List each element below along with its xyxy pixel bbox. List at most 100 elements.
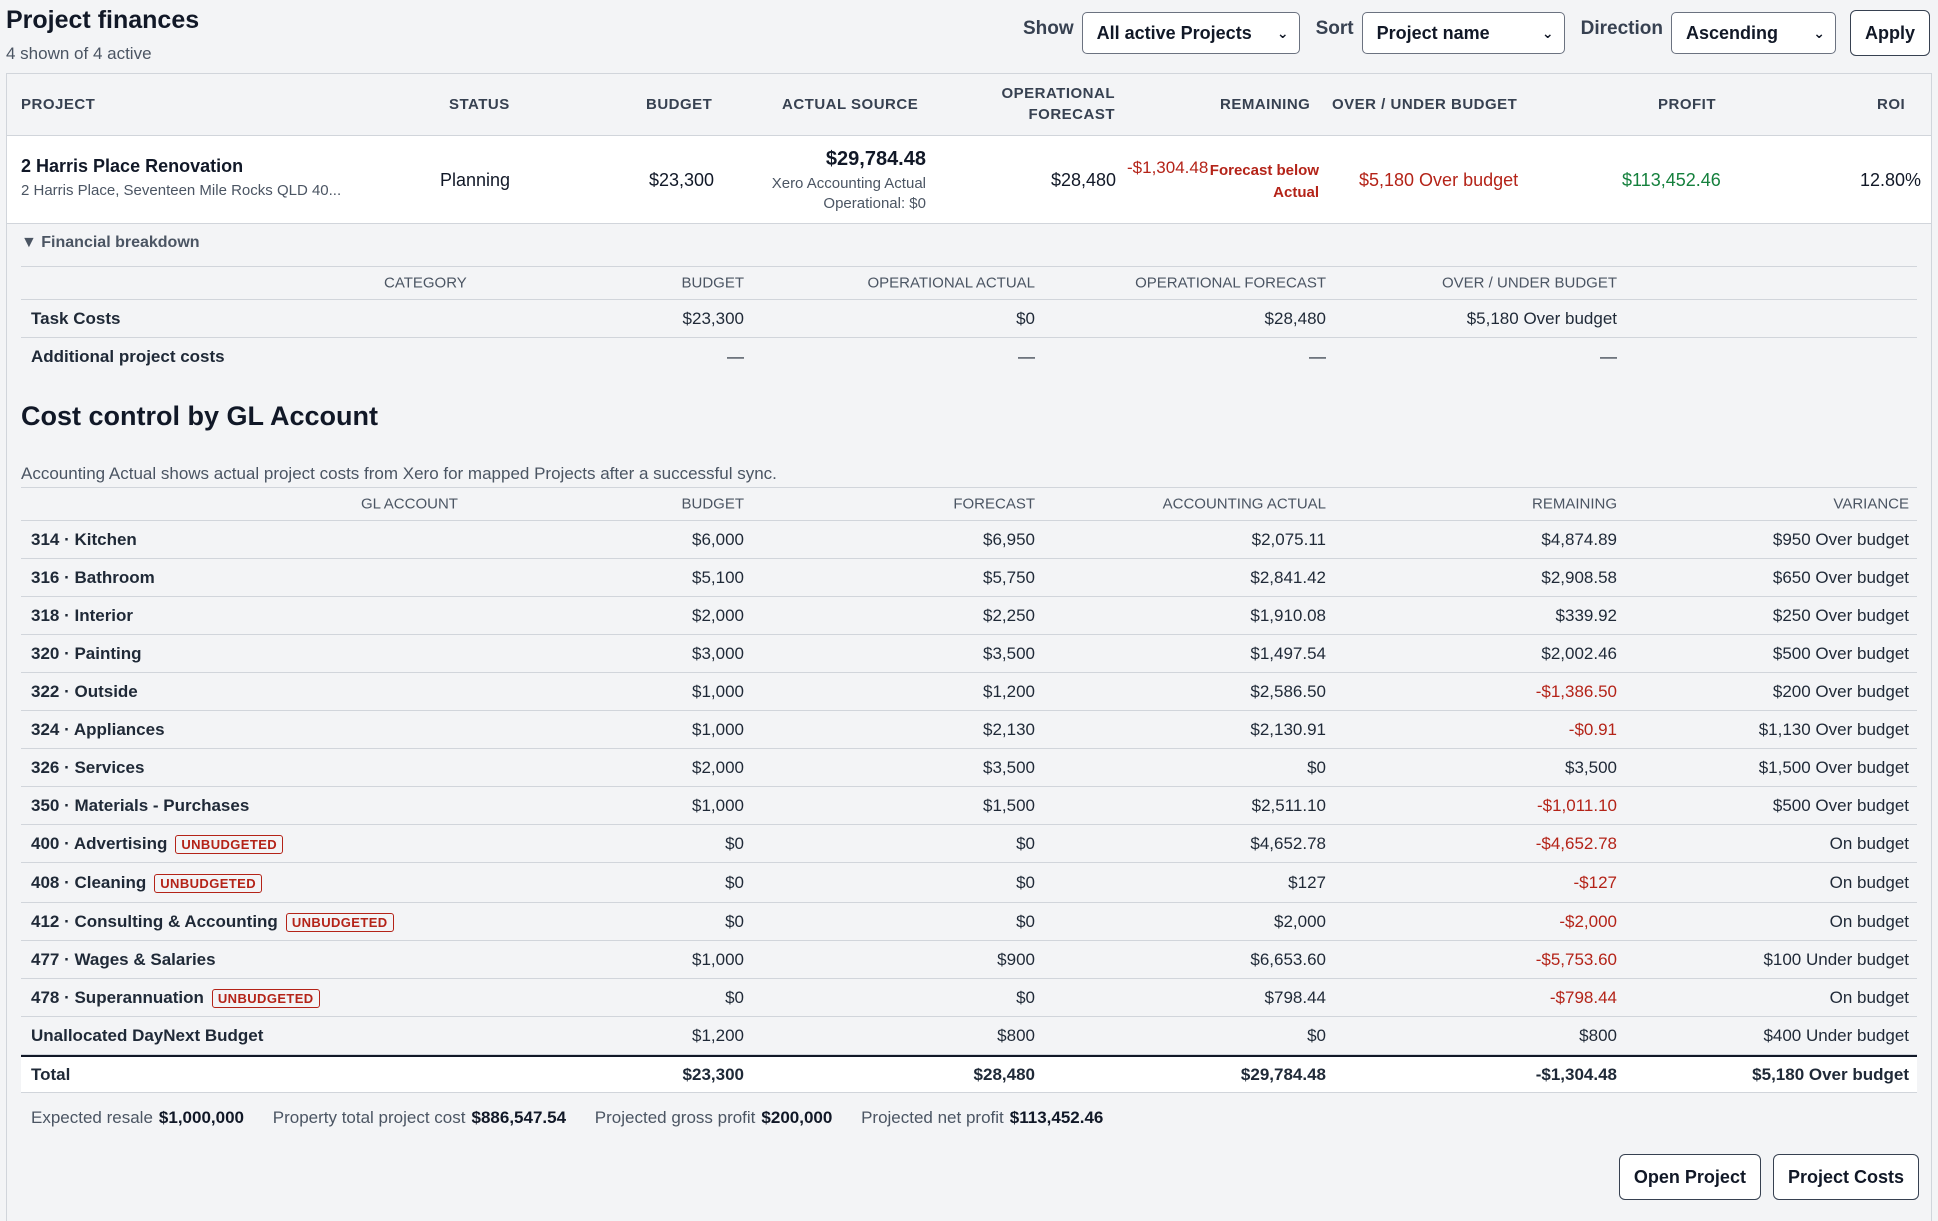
breakdown-table: CATEGORY BUDGET OPERATIONAL ACTUAL OPERA…	[21, 266, 1917, 376]
sort-select[interactable]: Project name ⌄	[1361, 12, 1565, 54]
gl-variance: On budget	[1829, 987, 1909, 1007]
gross-profit-label: Projected gross profit	[594, 1108, 756, 1127]
breakdown-col-actual: OPERATIONAL ACTUAL	[867, 274, 1035, 292]
col-profit: PROFIT	[1658, 96, 1716, 113]
gl-account-label: 322 · Outside	[31, 681, 138, 701]
gl-account: 477 · Wages & Salaries	[31, 950, 216, 970]
page-title: Project finances	[6, 6, 200, 34]
gl-forecast: $900	[997, 949, 1035, 969]
financial-breakdown-toggle[interactable]: ▼ Financial breakdown	[21, 234, 200, 252]
gl-forecast: $1,500	[983, 795, 1035, 815]
gl-account-label: 400 · Advertising	[31, 833, 168, 853]
direction-select[interactable]: Ascending ⌄	[1670, 12, 1836, 54]
project-name[interactable]: 2 Harris Place Renovation	[21, 156, 341, 177]
gl-remaining: -$1,386.50	[1535, 681, 1617, 701]
gl-row: 412 · Consulting & Accounting UNBUDGETED $…	[21, 903, 1917, 941]
project-status: Planning	[440, 170, 511, 190]
gl-forecast: $0	[1016, 872, 1035, 892]
breakdown-forecast: $28,480	[1264, 308, 1326, 328]
col-actual-source: ACTUAL SOURCE	[782, 96, 919, 113]
gl-remaining: $339.92	[1555, 605, 1617, 625]
project-profit: $113,452.46	[1622, 170, 1721, 190]
gl-actual: $798.44	[1264, 987, 1326, 1007]
project-card: PROJECT STATUS BUDGET ACTUAL SOURCE OPER…	[6, 73, 1932, 1221]
gl-forecast: $2,250	[983, 605, 1035, 625]
gl-actual: $1,497.54	[1250, 643, 1326, 663]
chevron-down-icon: ⌄	[1813, 24, 1825, 41]
project-costs-button[interactable]: Project Costs	[1772, 1154, 1919, 1200]
gl-row: 350 · Materials - Purchases $1,000 $1,500 $…	[21, 787, 1917, 825]
gl-variance: $500 Over budget	[1772, 795, 1909, 815]
gl-account-label: 477 · Wages & Salaries	[31, 949, 216, 969]
gl-remaining: -$798.44	[1549, 987, 1617, 1007]
gl-account-label: 408 · Cleaning	[31, 872, 147, 892]
gl-account: 412 · Consulting & Accounting UNBUDGETED	[31, 911, 394, 932]
col-budget: BUDGET	[646, 96, 713, 113]
total-cost-value: $886,547.54	[471, 1108, 567, 1127]
gl-variance: $1,500 Over budget	[1758, 757, 1909, 777]
gl-account-label: 412 · Consulting & Accounting	[31, 911, 278, 931]
summary-stats: Expected resale $1,000,000 Property total…	[31, 1108, 1127, 1128]
gl-variance: On budget	[1829, 872, 1909, 892]
gl-variance: $100 Under budget	[1763, 949, 1909, 969]
project-row[interactable]: 2 Harris Place Renovation 2 Harris Place…	[7, 136, 1931, 224]
gl-budget: $2,000	[692, 757, 744, 777]
gl-row: 316 · Bathroom $5,100 $5,750 $2,841.42 $2,90…	[21, 559, 1917, 597]
gl-account: 350 · Materials - Purchases	[31, 796, 249, 816]
gl-actual: $2,075.11	[1251, 529, 1326, 549]
gl-remaining: -$4,652.78	[1535, 833, 1617, 853]
gl-forecast: $1,200	[983, 681, 1035, 701]
breakdown-actual: —	[1018, 347, 1035, 366]
gl-row: 324 · Appliances $1,000 $2,130 $2,130.91 -$0…	[21, 711, 1917, 749]
gl-remaining: $2,002.46	[1541, 643, 1617, 663]
project-address: 2 Harris Place, Seventeen Mile Rocks QLD…	[21, 182, 342, 199]
project-budget: $23,300	[649, 170, 715, 190]
gl-budget: $1,000	[692, 719, 744, 739]
apply-button[interactable]: Apply	[1849, 10, 1930, 56]
gl-variance: $250 Over budget	[1772, 605, 1909, 625]
col-roi: ROI	[1877, 96, 1906, 113]
gl-forecast: $5,750	[983, 567, 1035, 587]
gl-variance: $650 Over budget	[1772, 567, 1909, 587]
col-operational-forecast-line1: OPERATIONAL	[1001, 85, 1115, 102]
gl-account: 400 · Advertising UNBUDGETED	[31, 833, 284, 854]
project-remaining-note: Forecast below Actual	[1210, 160, 1319, 204]
gl-variance: $950 Over budget	[1772, 529, 1909, 549]
project-remaining-value: -$1,304.48	[1127, 158, 1209, 177]
open-project-button[interactable]: Open Project	[1618, 1154, 1761, 1200]
gl-row: 322 · Outside $1,000 $1,200 $2,586.50 -$1,38…	[21, 673, 1917, 711]
breakdown-actual: $0	[1016, 308, 1035, 328]
gl-forecast: $3,500	[983, 643, 1035, 663]
gl-account: Total	[31, 1065, 70, 1085]
gl-variance: $1,130 Over budget	[1758, 719, 1909, 739]
gl-forecast: $0	[1016, 911, 1035, 931]
project-actual-source: Xero Accounting Actual	[771, 175, 926, 192]
breakdown-budget: $23,300	[682, 308, 744, 328]
gl-row: Unallocated DayNext Budget $1,200 $800 $0 $8…	[21, 1017, 1917, 1055]
direction-select-value: Ascending	[1685, 22, 1778, 43]
breakdown-budget: —	[727, 347, 744, 366]
gl-row: 314 · Kitchen $6,000 $6,950 $2,075.11 $4,874…	[21, 521, 1917, 559]
unbudgeted-badge: UNBUDGETED	[285, 912, 394, 932]
gl-account-label: Unallocated DayNext Budget	[31, 1025, 264, 1045]
unbudgeted-badge: UNBUDGETED	[211, 988, 320, 1008]
col-over-under: OVER / UNDER BUDGET	[1332, 96, 1518, 113]
project-roi: 12.80%	[1859, 170, 1921, 190]
gl-variance: $200 Over budget	[1772, 681, 1909, 701]
gl-account-label: 318 · Interior	[31, 605, 134, 625]
gl-budget: $0	[725, 987, 744, 1007]
gl-variance: $400 Under budget	[1763, 1025, 1909, 1045]
net-profit-value: $113,452.46	[1009, 1108, 1104, 1127]
col-project: PROJECT	[21, 96, 96, 113]
gl-account: 478 · Superannuation UNBUDGETED	[31, 987, 320, 1008]
gl-forecast: $800	[997, 1025, 1035, 1045]
gl-remaining: -$2,000	[1559, 911, 1617, 931]
show-select[interactable]: All active Projects ⌄	[1081, 12, 1300, 54]
col-operational-forecast-line2: FORECAST	[1028, 106, 1115, 123]
gl-account-label: 314 · Kitchen	[31, 529, 137, 549]
gl-budget: $23,300	[682, 1064, 744, 1084]
gl-budget: $2,000	[692, 605, 744, 625]
sort-select-value: Project name	[1376, 22, 1490, 43]
gl-account-label: 324 · Appliances	[31, 719, 165, 739]
gl-budget: $3,000	[692, 643, 744, 663]
